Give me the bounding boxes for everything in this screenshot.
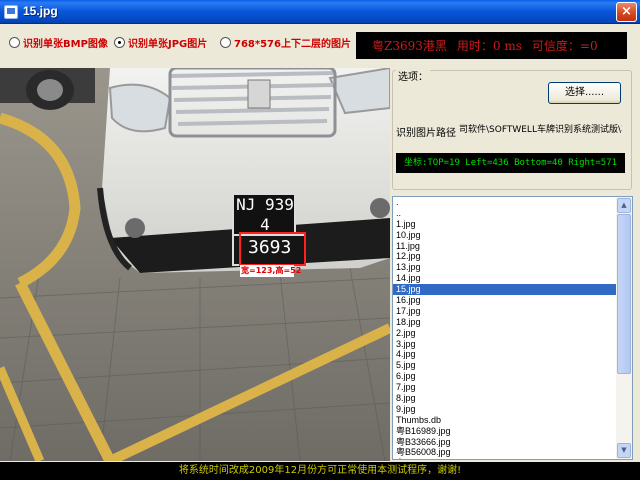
file-list-item[interactable]: 2.jpg	[393, 328, 617, 339]
result-panel: 粤Z3693港黑 用时：0 ms 可信度：=0	[356, 32, 627, 59]
title-bar[interactable]: 15.jpg ×	[0, 0, 640, 24]
radio-jpg-circle[interactable]	[114, 36, 125, 48]
file-list-item[interactable]: 7.jpg	[393, 382, 617, 393]
radio-jpg-label: 识别单张JPG图片	[128, 38, 208, 50]
file-list-item[interactable]: 18.jpg	[393, 317, 617, 328]
image-path-label: 识别图片路径	[396, 128, 456, 139]
result-time: 用时：0 ms	[456, 39, 522, 53]
radio-768-label: 768*576上下二层的图片	[234, 38, 351, 50]
close-button[interactable]: ×	[616, 2, 637, 22]
file-list-item[interactable]: 17.jpg	[393, 306, 617, 317]
window-title: 15.jpg	[23, 4, 58, 18]
plate-size-label: 宽=123,高=52	[241, 266, 302, 275]
file-list-item[interactable]: 13.jpg	[393, 262, 617, 273]
file-list-item[interactable]: 3.jpg	[393, 339, 617, 350]
file-list-item[interactable]: 10.jpg	[393, 230, 617, 241]
file-list-item[interactable]: 12.jpg	[393, 251, 617, 262]
options-group-title: 选项：	[396, 68, 430, 83]
file-list-item[interactable]: Thumbs.db	[393, 415, 617, 426]
file-list-item[interactable]: 6.jpg	[393, 371, 617, 382]
app-icon	[4, 5, 18, 19]
radio-bmp-label: 识别单张BMP图像	[23, 38, 108, 50]
notice-bar: 将系统时间改成2009年12月份方可正常使用本测试程序，谢谢!	[0, 462, 640, 480]
file-list-scrollbar[interactable]: ▲ ▼	[616, 197, 632, 459]
file-list-item[interactable]: 粤B16989.jpg	[393, 426, 617, 437]
radio-768-circle[interactable]	[220, 36, 231, 48]
radio-768[interactable]: 768*576上下二层的图片	[220, 32, 351, 52]
radio-bmp[interactable]: 识别单张BMP图像	[9, 32, 108, 52]
file-list-item[interactable]: 11.jpg	[393, 241, 617, 252]
scroll-up-icon[interactable]: ▲	[617, 198, 631, 213]
car-photo-image	[0, 68, 390, 461]
file-list-item[interactable]: 9.jpg	[393, 404, 617, 415]
scroll-down-icon[interactable]: ▼	[617, 443, 631, 458]
recognized-plate-text: 3693	[248, 237, 292, 258]
file-list-item[interactable]: 14.jpg	[393, 273, 617, 284]
radio-jpg[interactable]: 识别单张JPG图片	[114, 32, 207, 52]
file-list-item[interactable]: 5.jpg	[393, 360, 617, 371]
file-list-items: ... 1.jpg 10.jpg 11.jpg 12.jpg 13.jpg 14.jpg 15…	[393, 197, 617, 459]
file-list-item[interactable]: 粤B56008.jpg	[393, 447, 617, 458]
select-button[interactable]: 选择......	[548, 82, 621, 104]
file-list-item[interactable]: 4.jpg	[393, 349, 617, 360]
file-list-item[interactable]: 8.jpg	[393, 393, 617, 404]
image-path-field[interactable]: 司软件\SOFTWELL车牌识别系统测试版\车牌	[459, 121, 622, 139]
file-list-item[interactable]: 15.jpg	[393, 284, 617, 296]
scroll-thumb[interactable]	[617, 214, 631, 374]
coordinates-display: 坐标:TOP=19 Left=436 Bottom=40 Right=571	[396, 153, 625, 173]
file-list-item[interactable]: ..	[393, 208, 617, 219]
file-list-item[interactable]: 粤B57800	[393, 458, 617, 459]
file-list[interactable]: ... 1.jpg 10.jpg 11.jpg 12.jpg 13.jpg 14.jpg 15…	[392, 196, 633, 460]
car-photo: NJ 9394 3693 宽=123,高=52	[0, 68, 390, 461]
radio-bmp-circle[interactable]	[9, 36, 20, 48]
upper-plate-text: NJ 9394	[236, 195, 294, 234]
result-plate: 粤Z3693港黑	[372, 39, 447, 53]
result-confidence: 可信度：=0	[531, 39, 598, 53]
file-list-item[interactable]: 16.jpg	[393, 295, 617, 306]
file-list-item[interactable]: .	[393, 197, 617, 208]
file-list-item[interactable]: 粤B33666.jpg	[393, 437, 617, 448]
file-list-item[interactable]: 1.jpg	[393, 219, 617, 230]
